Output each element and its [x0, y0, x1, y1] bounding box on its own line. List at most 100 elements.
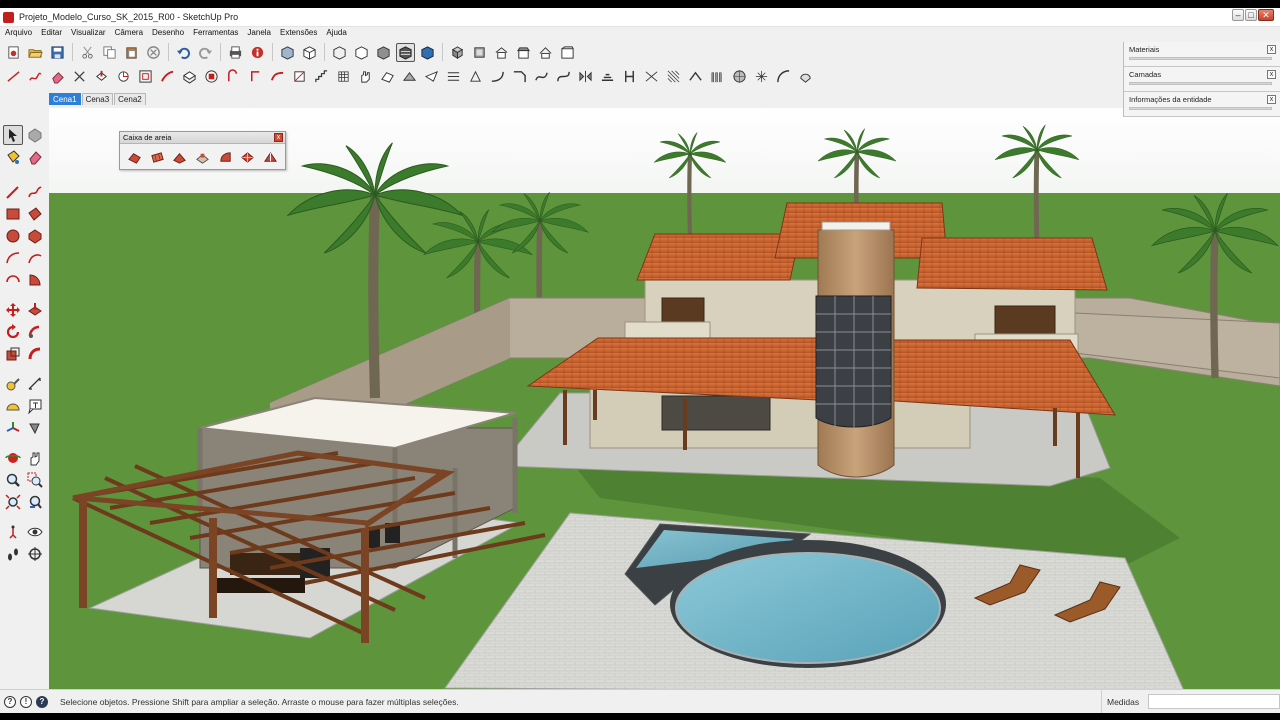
erase-button[interactable]	[144, 43, 163, 62]
lattice-tool-icon[interactable]	[664, 67, 683, 86]
twist-tool-icon[interactable]	[774, 67, 793, 86]
top-view-button[interactable]	[470, 43, 489, 62]
geo-location-icon[interactable]: ?	[4, 695, 16, 708]
copy-button[interactable]	[100, 43, 119, 62]
arc-tool-left-icon[interactable]	[3, 248, 23, 268]
walk-tool-icon[interactable]	[3, 544, 23, 564]
close-button[interactable]: ✕	[1258, 9, 1274, 21]
back-view-button[interactable]	[536, 43, 555, 62]
push-pull-tool-left-icon[interactable]	[25, 300, 45, 320]
paint-bucket-tool-icon[interactable]	[3, 147, 23, 167]
layers-panel-scrollbar[interactable]	[1129, 82, 1272, 85]
move-tool-icon[interactable]	[3, 300, 23, 320]
previous-view-tool-icon[interactable]	[25, 492, 45, 512]
shape-tool-icon[interactable]	[422, 67, 441, 86]
follow-me-tool-icon[interactable]	[114, 67, 133, 86]
rotated-rectangle-tool-icon[interactable]	[25, 204, 45, 224]
iso-view-button[interactable]	[448, 43, 467, 62]
materials-panel-close-button[interactable]: x	[1267, 45, 1276, 54]
surface-tool-icon[interactable]	[378, 67, 397, 86]
shell-tool-icon[interactable]	[708, 67, 727, 86]
orbit-tool-icon[interactable]	[3, 448, 23, 468]
text-tool-icon[interactable]	[25, 396, 45, 416]
offset-tool-icon[interactable]	[136, 67, 155, 86]
sandbox-from-scratch-icon[interactable]	[148, 147, 167, 167]
credits-icon[interactable]: !	[20, 695, 32, 708]
shaded-textures-style-button[interactable]	[396, 42, 415, 62]
smoove-tool-icon[interactable]	[170, 147, 189, 167]
cut-button[interactable]	[78, 43, 97, 62]
layers-panel[interactable]: Camadas x	[1124, 67, 1280, 92]
smooth-tool-icon[interactable]	[268, 67, 287, 86]
paste-button[interactable]	[122, 43, 141, 62]
texture-tool-icon[interactable]	[202, 67, 221, 86]
array-tool-icon[interactable]	[444, 67, 463, 86]
extrude-tool-icon[interactable]	[180, 67, 199, 86]
menu-arquivo[interactable]: Arquivo	[5, 28, 32, 37]
protractor-tool-icon[interactable]	[3, 396, 23, 416]
freehand-tool-icon[interactable]	[26, 67, 45, 86]
left-view-button[interactable]	[558, 43, 577, 62]
materials-panel-scrollbar[interactable]	[1129, 57, 1272, 60]
mirror-tool-icon[interactable]	[576, 67, 595, 86]
zoom-window-tool-icon[interactable]	[25, 470, 45, 490]
weld-tool-icon[interactable]	[466, 67, 485, 86]
add-detail-tool-icon[interactable]	[239, 147, 258, 167]
rectangle-tool-left-icon[interactable]	[3, 204, 23, 224]
menu-extensoes[interactable]: Extensões	[280, 28, 317, 37]
rectangle-tool-icon[interactable]	[246, 67, 265, 86]
circle-tool-icon[interactable]	[3, 226, 23, 246]
hand-tool-icon[interactable]	[356, 67, 375, 86]
pencil-line-tool-icon[interactable]	[3, 182, 23, 202]
make-component-tool-icon[interactable]	[25, 125, 45, 145]
section-tool-icon[interactable]	[290, 67, 309, 86]
arc-tool-icon[interactable]	[224, 67, 243, 86]
sandbox-toolbar-header[interactable]: Caixa de areia x	[120, 132, 285, 144]
sphere-tool-icon[interactable]	[730, 67, 749, 86]
push-pull-tool-icon[interactable]	[92, 67, 111, 86]
tape-measure-tool-icon[interactable]	[158, 67, 177, 86]
tape-measure-tool-left-icon[interactable]	[3, 374, 23, 394]
eraser-tool-icon[interactable]	[48, 67, 67, 86]
polygon-tool-icon[interactable]	[25, 226, 45, 246]
chamfer-tool-icon[interactable]	[510, 67, 529, 86]
xray-style-button[interactable]	[278, 43, 297, 62]
shaded-style-button[interactable]	[374, 43, 393, 62]
help-icon[interactable]: ?	[36, 695, 48, 708]
three-point-arc-tool-icon[interactable]	[3, 270, 23, 290]
select-tool-icon[interactable]	[3, 125, 23, 145]
redo-button[interactable]	[196, 43, 215, 62]
join-tool-icon[interactable]	[620, 67, 639, 86]
new-file-button[interactable]	[4, 43, 23, 62]
loft-tool-icon[interactable]	[400, 67, 419, 86]
menu-ferramentas[interactable]: Ferramentas	[193, 28, 238, 37]
smooth-mesh-tool-icon[interactable]	[796, 67, 815, 86]
rotate-tool-icon[interactable]	[3, 322, 23, 342]
menu-desenho[interactable]: Desenho	[152, 28, 184, 37]
tab-cena3[interactable]: Cena3	[81, 93, 114, 105]
pie-tool-icon[interactable]	[25, 270, 45, 290]
menu-camera[interactable]: Câmera	[115, 28, 143, 37]
3d-viewport[interactable]	[49, 108, 1280, 689]
undo-button[interactable]	[174, 43, 193, 62]
front-view-button[interactable]	[492, 43, 511, 62]
stamp-tool-icon[interactable]	[193, 147, 212, 167]
sandbox-from-contours-icon[interactable]	[125, 147, 144, 167]
menu-janela[interactable]: Janela	[247, 28, 271, 37]
flatten-tool-icon[interactable]	[598, 67, 617, 86]
measurements-input[interactable]	[1148, 694, 1280, 709]
dimension-tool-icon[interactable]	[25, 374, 45, 394]
print-button[interactable]	[226, 43, 245, 62]
fillet-tool-icon[interactable]	[488, 67, 507, 86]
scissors-tool-icon[interactable]	[70, 67, 89, 86]
radial-tool-icon[interactable]	[752, 67, 771, 86]
split-tool-icon[interactable]	[642, 67, 661, 86]
line-tool-icon[interactable]	[4, 67, 23, 86]
model-info-button[interactable]	[248, 43, 267, 62]
drape-tool-icon[interactable]	[216, 147, 235, 167]
freehand-tool-left-icon[interactable]	[25, 182, 45, 202]
two-point-arc-tool-icon[interactable]	[25, 248, 45, 268]
hidden-line-style-button[interactable]	[352, 43, 371, 62]
entity-info-panel-scrollbar[interactable]	[1129, 107, 1272, 110]
pan-tool-icon[interactable]	[25, 448, 45, 468]
